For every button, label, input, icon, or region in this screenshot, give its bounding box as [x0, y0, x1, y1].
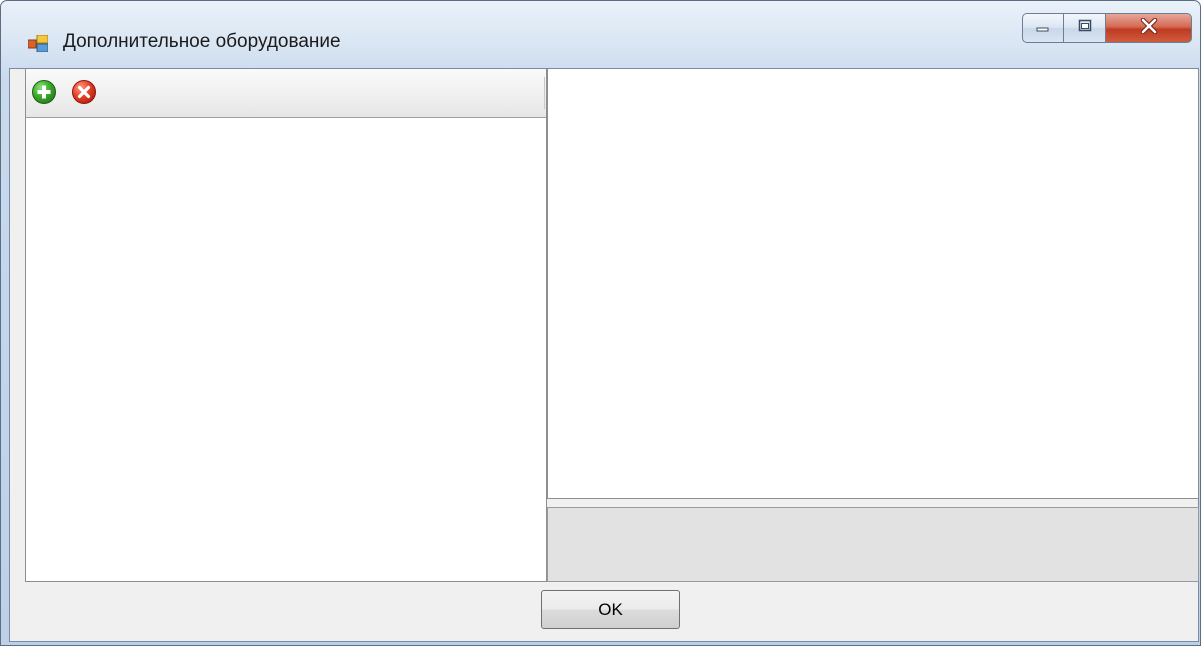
- app-form-icon: [27, 34, 49, 53]
- maximize-button[interactable]: [1064, 13, 1106, 43]
- close-icon: [1140, 17, 1158, 39]
- list-toolbar: [26, 69, 546, 118]
- equipment-list[interactable]: [26, 118, 546, 581]
- maximize-icon: [1078, 19, 1092, 37]
- description-panel: [547, 507, 1199, 582]
- caption-buttons: [1022, 13, 1192, 45]
- close-button[interactable]: [1106, 13, 1192, 43]
- equipment-list-panel: [25, 69, 547, 582]
- window-title: Дополнительное оборудование: [63, 31, 341, 52]
- minimize-button[interactable]: [1022, 13, 1064, 43]
- add-circle-icon: [37, 85, 51, 99]
- delete-button[interactable]: [72, 80, 96, 104]
- minimize-icon: [1036, 19, 1050, 37]
- dialog-window: Дополнительное оборудование OK: [0, 0, 1201, 646]
- toolbar-separator: [544, 77, 545, 109]
- delete-circle-icon: [77, 85, 91, 99]
- title-bar[interactable]: Дополнительное оборудование: [1, 1, 1200, 63]
- ok-button[interactable]: OK: [541, 590, 680, 629]
- property-grid[interactable]: [547, 69, 1199, 499]
- add-button[interactable]: [32, 80, 56, 104]
- dialog-client-area: OK: [9, 68, 1199, 642]
